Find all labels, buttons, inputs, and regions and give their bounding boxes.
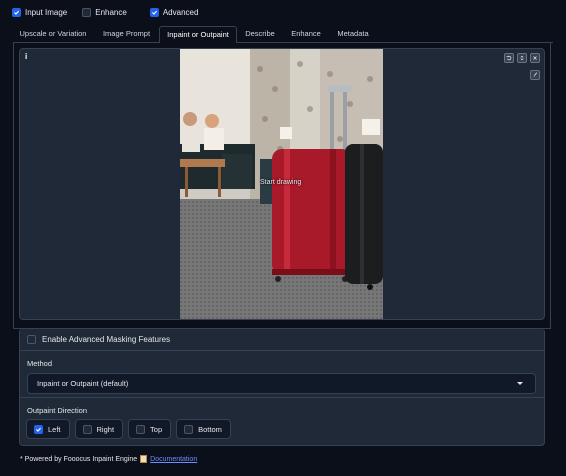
- checkbox-unchecked-icon: [184, 424, 194, 434]
- checkbox-unchecked-icon: [82, 7, 92, 17]
- expand-icon[interactable]: [517, 53, 527, 63]
- enhance-checkbox[interactable]: Enhance: [82, 7, 127, 17]
- checkbox-unchecked-icon: [82, 424, 92, 434]
- outpaint-bottom-checkbox[interactable]: Bottom: [176, 419, 231, 439]
- method-dropdown[interactable]: Inpaint or Outpaint (default): [27, 373, 536, 394]
- method-label: Method: [27, 359, 53, 368]
- input-image-checkbox[interactable]: Input Image: [12, 7, 68, 17]
- advanced-masking-label: Enable Advanced Masking Features: [42, 335, 171, 344]
- tab-upscale-or-variation[interactable]: Upscale or Variation: [13, 26, 93, 43]
- checkbox-checked-icon: [34, 424, 43, 434]
- checkbox-checked-icon: [149, 7, 159, 17]
- inpaint-options-box: Enable Advanced Masking Features Method …: [19, 328, 545, 446]
- outpaint-right-checkbox[interactable]: Right: [74, 419, 124, 439]
- tab-enhance[interactable]: Enhance: [283, 26, 329, 43]
- outpaint-bottom-label: Bottom: [198, 424, 222, 434]
- close-icon[interactable]: [530, 53, 540, 63]
- advanced-label: Advanced: [162, 7, 199, 17]
- chevron-down-icon: [517, 382, 523, 385]
- advanced-masking-checkbox[interactable]: Enable Advanced Masking Features: [20, 329, 544, 351]
- brush-icon[interactable]: [530, 70, 540, 80]
- outpaint-top-checkbox[interactable]: Top: [128, 419, 172, 439]
- tab-bar: Upscale or Variation Image Prompt Inpain…: [13, 26, 553, 44]
- tab-inpaint-or-outpaint[interactable]: Inpaint or Outpaint: [159, 26, 237, 44]
- inpaint-canvas[interactable]: i Start drawing: [19, 48, 545, 320]
- footer: * Powered by Fooocus Inpaint Engine Docu…: [20, 455, 197, 463]
- outpaint-direction-label: Outpaint Direction: [27, 406, 88, 415]
- info-icon[interactable]: i: [25, 52, 27, 61]
- document-icon: [140, 455, 148, 463]
- outpaint-direction-section: Outpaint Direction Left Right Top Bottom: [20, 399, 544, 445]
- checkbox-checked-icon: [12, 7, 21, 17]
- checkbox-unchecked-icon: [136, 424, 146, 434]
- canvas-toolbar: [501, 53, 540, 63]
- outpaint-top-label: Top: [150, 424, 163, 434]
- documentation-link[interactable]: Documentation: [150, 456, 197, 463]
- input-image-label: Input Image: [25, 7, 68, 17]
- advanced-checkbox[interactable]: Advanced: [149, 7, 199, 17]
- outpaint-right-label: Right: [96, 424, 115, 434]
- tab-describe[interactable]: Describe: [237, 26, 283, 43]
- outpaint-left-checkbox[interactable]: Left: [26, 419, 70, 439]
- outpaint-left-label: Left: [48, 424, 61, 434]
- undo-icon[interactable]: [504, 53, 514, 63]
- checkbox-unchecked-icon: [27, 335, 36, 344]
- footer-text: * Powered by Fooocus Inpaint Engine: [20, 455, 138, 463]
- top-options-row: Input Image Enhance Advanced: [12, 6, 210, 18]
- method-section: Method Inpaint or Outpaint (default): [20, 352, 544, 398]
- tab-image-prompt[interactable]: Image Prompt: [93, 26, 160, 43]
- tab-metadata[interactable]: Metadata: [329, 26, 377, 43]
- outpaint-direction-options: Left Right Top Bottom: [26, 419, 236, 439]
- start-drawing-text: Start drawing: [260, 179, 302, 186]
- enhance-label: Enhance: [95, 7, 127, 17]
- method-selected-value: Inpaint or Outpaint (default): [37, 379, 129, 388]
